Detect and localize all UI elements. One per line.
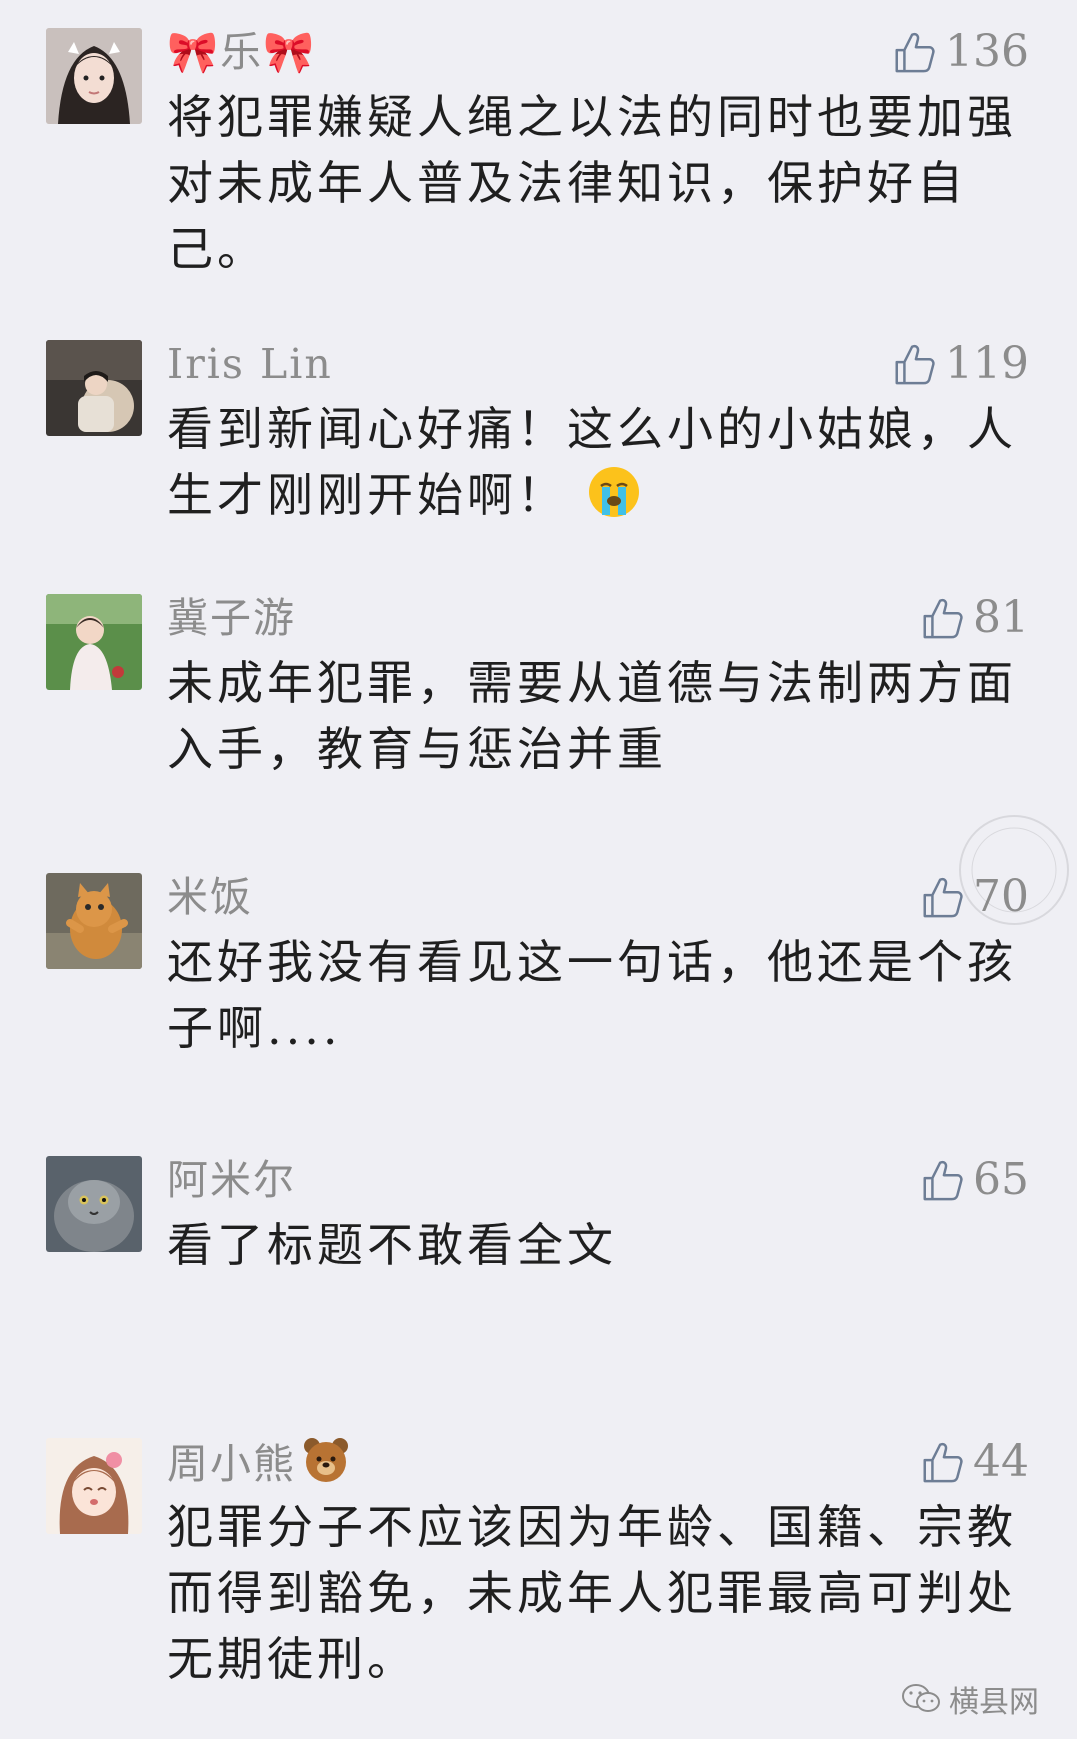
like-count: 119	[945, 338, 1029, 389]
thumbs-up-icon	[895, 344, 935, 385]
comment-text: 看了标题不敢看全文	[167, 1218, 617, 1272]
avatar[interactable]	[46, 340, 142, 436]
avatar[interactable]	[46, 1156, 142, 1252]
like-button[interactable]: 119	[891, 336, 1029, 392]
comment-list: 🎀乐🎀 136 将犯罪嫌疑人绳之以法的同时也要加强对未成年人普及法律知识，保护好…	[0, 0, 1077, 1739]
like-count: 81	[973, 592, 1029, 643]
footer-brand: 横县网	[901, 1677, 1039, 1721]
avatar[interactable]	[46, 1438, 142, 1534]
avatar[interactable]	[46, 28, 142, 124]
like-button[interactable]: 136	[891, 24, 1029, 80]
bow-icon: 🎀	[167, 28, 221, 76]
comment-author-name[interactable]: 周小熊	[167, 1434, 352, 1492]
watermark-stamp	[956, 812, 1072, 928]
comment-text: 犯罪分子不应该因为年龄、国籍、宗教而得到豁免，未成年人犯罪最高可判处无期徒刑。	[167, 1500, 1017, 1686]
comment-author-name[interactable]: 米饭	[167, 869, 253, 925]
author-name-text: 乐	[220, 28, 264, 76]
thumbs-up-icon	[895, 32, 935, 73]
like-button[interactable]: 44	[919, 1434, 1029, 1490]
comment-author-name[interactable]: 🎀乐🎀	[167, 24, 316, 80]
like-button[interactable]: 65	[919, 1152, 1029, 1208]
footer-brand-text: 横县网	[949, 1685, 1039, 1720]
comment-author-name[interactable]: Iris Lin	[167, 336, 333, 392]
crying-face-icon	[589, 467, 639, 517]
comment-text: 还好我没有看见这一句话，他还是个孩子啊....	[167, 935, 1017, 1055]
like-count: 136	[945, 26, 1029, 77]
bear-face-icon	[304, 1438, 348, 1482]
wechat-icon	[902, 1684, 940, 1712]
author-name-text: 周小熊	[167, 1440, 296, 1488]
like-button[interactable]: 81	[919, 590, 1029, 646]
like-count: 65	[973, 1154, 1029, 1205]
like-count: 44	[973, 1436, 1029, 1487]
comment-text: 看到新闻心好痛！这么小的小姑娘，人生才刚刚开始啊！	[167, 396, 1017, 528]
comment-text: 未成年犯罪，需要从道德与法制两方面入手，教育与惩治并重	[167, 656, 1017, 776]
thumbs-up-icon	[923, 1160, 963, 1201]
avatar[interactable]	[46, 873, 142, 969]
avatar[interactable]	[46, 594, 142, 690]
comment-author-name[interactable]: 冀子游	[167, 590, 296, 646]
thumbs-up-icon	[923, 598, 963, 639]
thumbs-up-icon	[923, 1442, 963, 1483]
bow-icon: 🎀	[263, 28, 317, 76]
comment-text: 将犯罪嫌疑人绳之以法的同时也要加强对未成年人普及法律知识，保护好自己。	[167, 90, 1017, 276]
comment-author-name[interactable]: 阿米尔	[167, 1152, 296, 1208]
